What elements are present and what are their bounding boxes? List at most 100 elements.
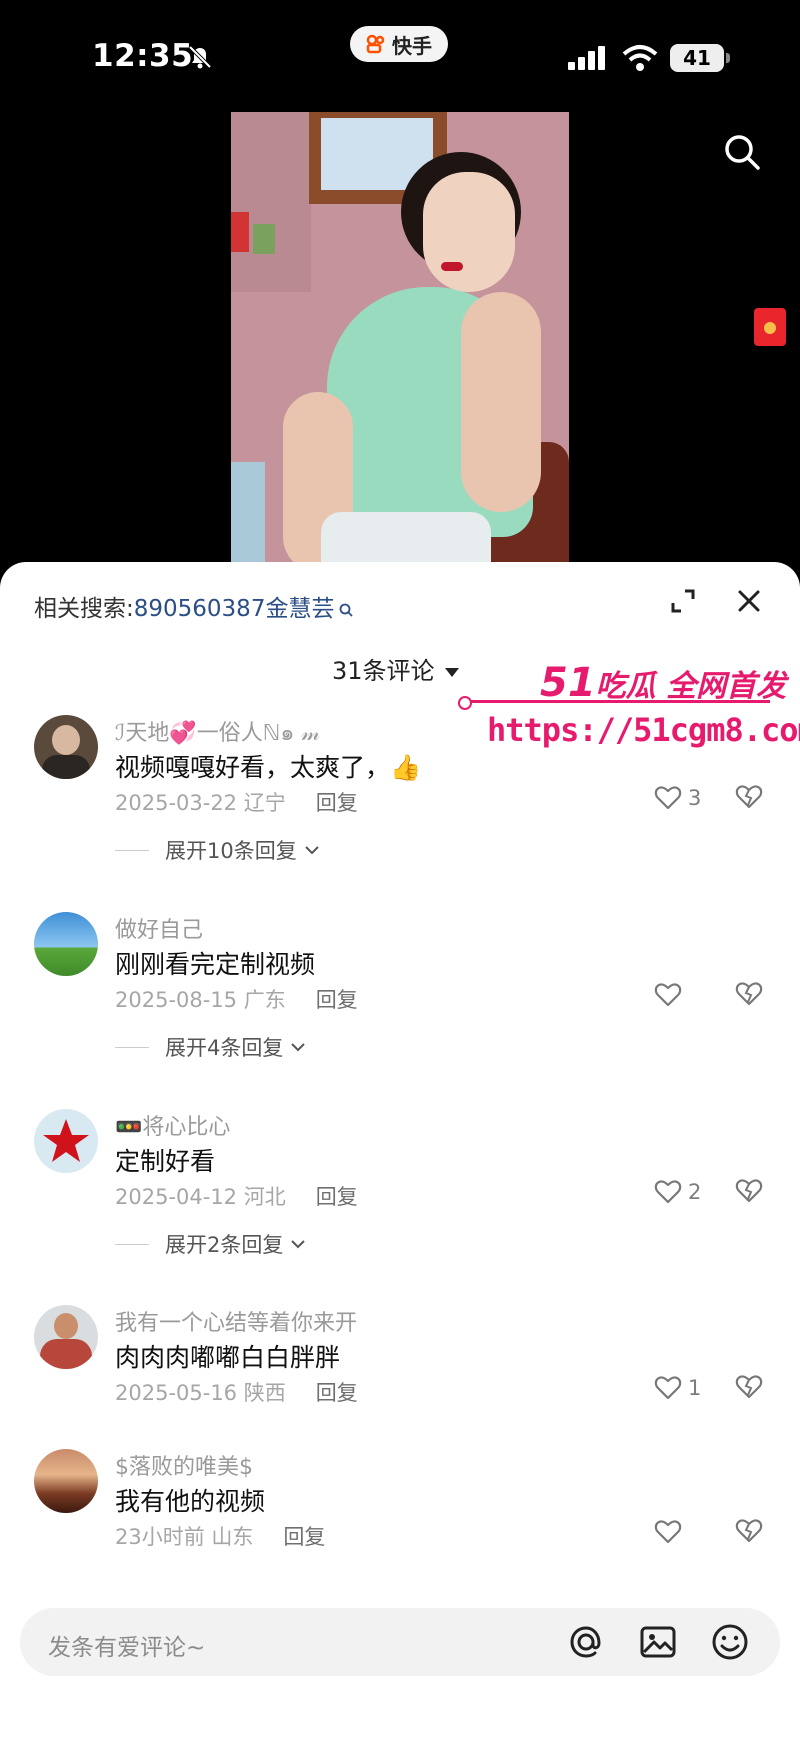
bell-muted-icon [188, 45, 212, 69]
broken-heart-icon[interactable] [735, 980, 763, 1008]
video-figure-arm [461, 292, 541, 512]
app-pill[interactable]: 快手 [350, 26, 448, 62]
reply-button[interactable]: 回复 [316, 988, 358, 1012]
comment-count[interactable]: 31条评论 [332, 651, 459, 686]
watermark-brand-text: 吃瓜 全网首发 [595, 669, 787, 704]
comment-date: 2025-04-12 [115, 1185, 238, 1209]
related-search-query[interactable]: 890560387金慧芸 [134, 596, 335, 622]
close-icon[interactable] [736, 588, 762, 614]
red-envelope-icon[interactable] [754, 308, 786, 346]
video-scene-item [253, 224, 275, 254]
kuaishou-logo-icon [366, 34, 385, 54]
expand-replies-label: 展开4条回复 [165, 1036, 284, 1060]
heart-icon [654, 1180, 682, 1204]
comment-location: 辽宁 [243, 791, 286, 815]
heart-icon [654, 983, 682, 1007]
watermark-line [460, 700, 770, 703]
like-button[interactable]: 3 [654, 783, 701, 813]
caret-down-icon [444, 667, 459, 677]
comment-location: 陕西 [243, 1381, 286, 1405]
video-player[interactable] [231, 112, 569, 574]
comment-username[interactable]: 做好自己 [115, 912, 203, 944]
reply-button[interactable]: 回复 [316, 1381, 358, 1405]
comment-input-placeholder[interactable]: 发条有爱评论~ [48, 1628, 205, 1662]
avatar[interactable] [34, 715, 98, 779]
expand-replies-button[interactable]: 展开10条回复 [115, 835, 321, 865]
like-count: 2 [688, 1180, 702, 1204]
heart-icon [654, 1520, 682, 1544]
chevron-down-icon [291, 1043, 306, 1052]
comment-meta: 23小时前 山东 回复 [115, 1521, 325, 1551]
comment-meta: 2025-08-15 广东 回复 [115, 984, 358, 1014]
broken-heart-icon[interactable] [735, 1517, 763, 1545]
expand-replies-label: 展开10条回复 [165, 839, 297, 863]
expand-icon[interactable] [670, 588, 696, 614]
comment-date: 23小时前 [115, 1525, 205, 1549]
video-figure-face [423, 172, 515, 292]
expand-replies-label: 展开2条回复 [165, 1233, 284, 1257]
avatar[interactable] [34, 912, 98, 976]
search-small-icon [340, 603, 354, 617]
wifi-icon [622, 45, 658, 71]
reply-button[interactable]: 回复 [283, 1525, 325, 1549]
video-scene-bottle [231, 462, 265, 574]
image-icon[interactable] [638, 1622, 678, 1662]
watermark-dot [458, 696, 472, 710]
red-star-icon [43, 1119, 89, 1162]
like-button[interactable]: 2 [654, 1177, 701, 1207]
heart-icon [654, 786, 682, 810]
avatar[interactable] [34, 1449, 98, 1513]
video-figure-lips [441, 262, 463, 271]
app-name: 快手 [392, 33, 432, 58]
comment-location: 山东 [211, 1525, 254, 1549]
like-button[interactable] [654, 1517, 688, 1547]
comment-text: 定制好看 [115, 1147, 216, 1176]
chevron-down-icon [291, 1240, 306, 1249]
search-icon[interactable] [722, 132, 762, 172]
comment-text: 刚刚看完定制视频 [115, 950, 316, 979]
avatar[interactable] [34, 1305, 98, 1369]
reply-button[interactable]: 回复 [316, 791, 358, 815]
like-button[interactable] [654, 980, 688, 1010]
emoji-icon[interactable] [710, 1622, 750, 1662]
comment-input-bar[interactable]: 发条有爱评论~ [20, 1608, 780, 1676]
battery-indicator: 41 [670, 44, 730, 72]
broken-heart-icon[interactable] [735, 1177, 763, 1205]
comment-location: 广东 [243, 988, 286, 1012]
like-count: 3 [688, 786, 702, 810]
comment-date: 2025-05-16 [115, 1381, 238, 1405]
comment-text: 我有他的视频 [115, 1487, 266, 1516]
comment-username[interactable]: $落败的唯美$ [115, 1449, 253, 1481]
status-time: 12:35 [92, 38, 194, 74]
related-search[interactable]: 相关搜索:890560387金慧芸 [34, 589, 354, 623]
comment-text: 肉肉肉嘟嘟白白胖胖 [115, 1343, 341, 1372]
expand-replies-button[interactable]: 展开2条回复 [115, 1229, 307, 1259]
comment-location: 河北 [243, 1185, 286, 1209]
comment-username[interactable]: 🚥将心比心 [115, 1109, 230, 1141]
comment-date: 2025-03-22 [115, 791, 238, 815]
video-scene-item [231, 212, 249, 252]
expand-replies-button[interactable]: 展开4条回复 [115, 1032, 307, 1062]
status-bar: 12:35 快手 41 [0, 0, 800, 110]
comment-meta: 2025-03-22 辽宁 回复 [115, 787, 358, 817]
like-count: 1 [688, 1376, 702, 1400]
reply-button[interactable]: 回复 [316, 1185, 358, 1209]
watermark-url: https://51cgm8.com [487, 711, 800, 749]
comment-meta: 2025-04-12 河北 回复 [115, 1181, 358, 1211]
avatar[interactable] [34, 1109, 98, 1173]
chevron-down-icon [305, 846, 319, 855]
broken-heart-icon[interactable] [735, 1373, 763, 1401]
comment-meta: 2025-05-16 陕西 回复 [115, 1377, 358, 1407]
at-mention-icon[interactable] [566, 1622, 606, 1662]
comment-text: 视频嘎嘎好看，太爽了，👍 [115, 753, 422, 782]
comment-username[interactable]: 我有一个心结等着你来开 [115, 1305, 357, 1337]
signal-icon [568, 46, 605, 70]
comment-date: 2025-08-15 [115, 988, 238, 1012]
related-search-label: 相关搜索: [34, 596, 134, 622]
comment-username[interactable]: ℐ天地💞一俗人ℕ๑ 𝓂 [115, 715, 320, 750]
heart-icon [654, 1376, 682, 1400]
like-button[interactable]: 1 [654, 1373, 701, 1403]
broken-heart-icon[interactable] [735, 783, 763, 811]
comment-count-label: 31条评论 [332, 657, 435, 685]
video-scene-shelf [231, 112, 311, 292]
